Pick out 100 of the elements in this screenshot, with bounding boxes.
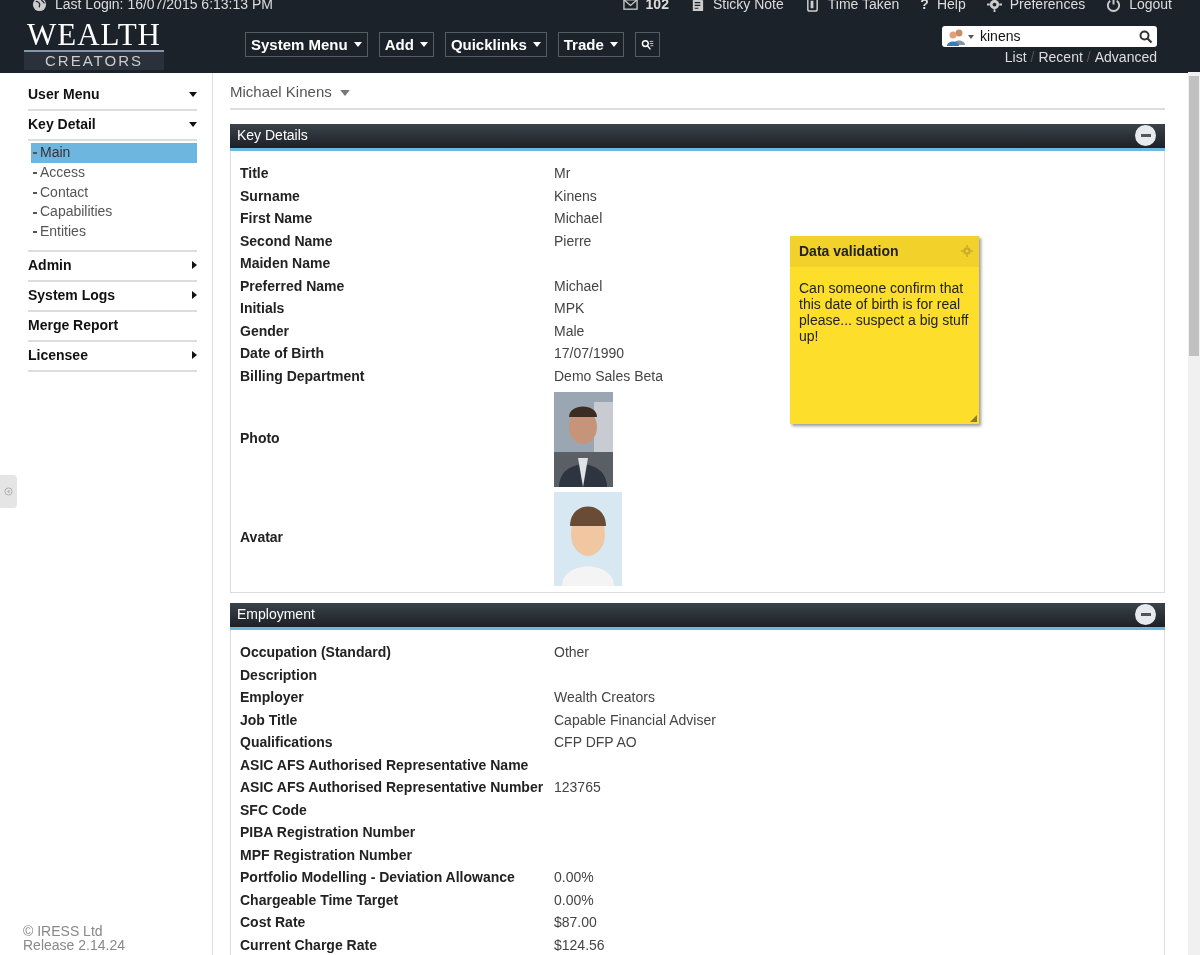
field-value: Male	[554, 321, 585, 341]
caret-icon	[353, 42, 362, 47]
field-value: 123765	[554, 778, 601, 798]
field-value: Kinens	[554, 186, 597, 206]
field-label: Surname	[240, 186, 301, 206]
sticky-note[interactable]: Data validation Can someone confirm that this date of birth is for real please... suspect a big stuff up!	[790, 235, 979, 424]
search-icon[interactable]	[1139, 29, 1153, 44]
bullet-icon	[33, 211, 37, 214]
power-icon	[1106, 0, 1122, 12]
field-label: Maiden Name	[240, 254, 332, 274]
field-value: Capable Financial Adviser	[554, 710, 716, 730]
bullet-icon	[33, 172, 37, 175]
menu-button[interactable]: Quicklinks	[444, 32, 547, 57]
top-link[interactable]: 102	[622, 0, 669, 12]
field-label: Date of Birth	[240, 344, 325, 364]
scroll-thumb[interactable]	[1189, 76, 1199, 356]
field-label: Employer	[240, 688, 305, 708]
link-separator: /	[1086, 48, 1091, 67]
field-value: MPK	[554, 299, 585, 319]
search-link[interactable]: Recent	[1038, 47, 1083, 68]
field-label: Billing Department	[240, 366, 366, 386]
search-box[interactable]: kinens	[942, 26, 1157, 47]
caret-icon	[339, 90, 350, 97]
sidebar-item[interactable]: Key Detail	[28, 111, 197, 141]
field-label: Title	[240, 164, 270, 184]
minus-icon	[1140, 133, 1151, 138]
envelope-icon	[622, 0, 638, 12]
sidebar-item[interactable]: Admin	[28, 252, 197, 282]
note-title: Data validation	[799, 241, 899, 261]
sidebar-subitem[interactable]: Contact	[31, 182, 197, 203]
sidebar-item[interactable]: Licensee	[28, 342, 197, 372]
field-label: Avatar	[240, 527, 285, 547]
field-value: Pierre	[554, 231, 592, 251]
logo[interactable]: WEALTH CREATORS	[24, 20, 164, 70]
question-icon: ?	[920, 0, 929, 12]
field-label: MPF Registration Number	[240, 845, 413, 865]
field-label: Second Name	[240, 231, 334, 251]
field-label: SFC Code	[240, 800, 308, 820]
sidebar-item[interactable]: System Logs	[28, 282, 197, 312]
bullet-icon	[33, 152, 37, 155]
sidebar-subitem[interactable]: Access	[31, 162, 197, 183]
field-value: Demo Sales Beta	[554, 366, 663, 386]
field-label: ASIC AFS Authorised Representative Number	[240, 778, 545, 798]
scrollbar[interactable]	[1188, 72, 1200, 955]
menu-button[interactable]: System Menu	[245, 32, 368, 57]
sidebar-subitem[interactable]: Entities	[31, 222, 197, 242]
field-value: Other	[554, 643, 589, 663]
field-value: 0.00%	[554, 868, 594, 888]
collapse-button[interactable]	[1135, 125, 1156, 146]
field-label: Initials	[240, 299, 286, 319]
caret-icon	[192, 291, 197, 300]
field-label: First Name	[240, 209, 314, 229]
sidebar-subitem[interactable]: Main	[31, 143, 197, 163]
sidebar-item[interactable]: User Menu	[28, 81, 197, 111]
field-label: PIBA Registration Number	[240, 823, 417, 843]
field-label: Description	[240, 665, 318, 685]
field-label: Cost Rate	[240, 913, 307, 933]
search-link[interactable]: Advanced	[1094, 47, 1157, 68]
sidebar-item[interactable]: Merge Report	[28, 312, 197, 342]
field-value: 17/07/1990	[554, 344, 625, 364]
field-value: Mr	[554, 164, 571, 184]
minus-icon	[1140, 612, 1151, 617]
section-title: Key Details	[237, 126, 308, 145]
field-value: $124.56	[554, 935, 605, 955]
field-label: Preferred Name	[240, 276, 346, 296]
door-icon	[804, 0, 820, 12]
field-value: CFP DFP AO	[554, 733, 637, 753]
link-separator: /	[1030, 48, 1035, 67]
caret-icon	[192, 351, 197, 360]
field-label: Qualifications	[240, 733, 334, 753]
caret-icon	[189, 92, 197, 97]
caret-icon	[609, 42, 618, 47]
caret-icon	[189, 122, 197, 127]
field-label: Gender	[240, 321, 290, 341]
field-label: ASIC AFS Authorised Representative Name	[240, 755, 530, 775]
menu-button[interactable]: Trade	[557, 32, 624, 57]
quick-search-button[interactable]	[634, 32, 660, 57]
field-label: Photo	[240, 428, 281, 448]
caret-icon	[419, 42, 428, 47]
field-label: Occupation (Standard)	[240, 643, 392, 663]
field-label: Current Charge Rate	[240, 935, 378, 955]
field-label: Job Title	[240, 710, 299, 730]
collapse-button[interactable]	[1135, 604, 1156, 625]
search-link[interactable]: List	[1004, 47, 1027, 68]
caret-icon	[532, 42, 541, 47]
field-value: $87.00	[554, 913, 597, 933]
caret-icon	[192, 261, 197, 270]
arrow-circle-icon	[4, 487, 13, 496]
field-label: Chargeable Time Target	[240, 890, 400, 910]
menu-button[interactable]: Add	[378, 32, 434, 57]
field-value: Michael	[554, 209, 603, 229]
footer-text: Release 2.14.24	[23, 938, 125, 952]
note-text: Can someone confirm that this date of birth is for real please... suspect a big stuff up!	[798, 278, 970, 346]
field-value: 0.00%	[554, 890, 594, 910]
section-title: Employment	[237, 605, 315, 624]
resize-grip-icon[interactable]	[970, 414, 977, 422]
sidebar-subitem[interactable]: Capabilities	[31, 202, 197, 223]
client-name[interactable]: Michael Kinens	[230, 81, 332, 104]
people-dropdown-icon	[946, 27, 976, 46]
top-link[interactable]: Logout	[1106, 0, 1172, 12]
